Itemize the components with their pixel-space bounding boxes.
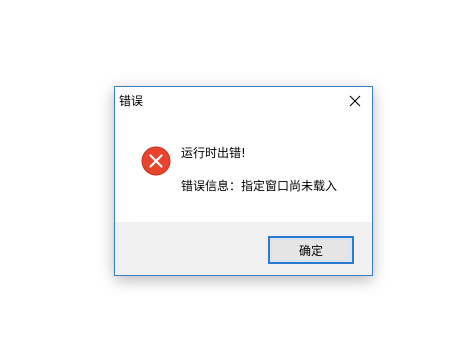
close-button[interactable] bbox=[338, 87, 372, 115]
error-message-title: 运行时出错! bbox=[181, 146, 246, 160]
dialog-footer: 确定 bbox=[115, 222, 372, 275]
dialog-title: 错误 bbox=[119, 94, 144, 108]
close-icon bbox=[349, 95, 361, 107]
dialog-titlebar[interactable]: 错误 bbox=[115, 87, 372, 115]
error-icon bbox=[141, 146, 171, 176]
ok-button-label: 确定 bbox=[298, 243, 323, 258]
error-message-detail: 错误信息：指定窗口尚未载入 bbox=[181, 179, 338, 193]
dialog-body: 运行时出错! 错误信息：指定窗口尚未载入 bbox=[115, 115, 372, 223]
error-dialog: 错误 运行时出错! 错误信息：指定窗口尚未载入 确定 bbox=[114, 86, 373, 276]
ok-button[interactable]: 确定 bbox=[268, 236, 354, 264]
